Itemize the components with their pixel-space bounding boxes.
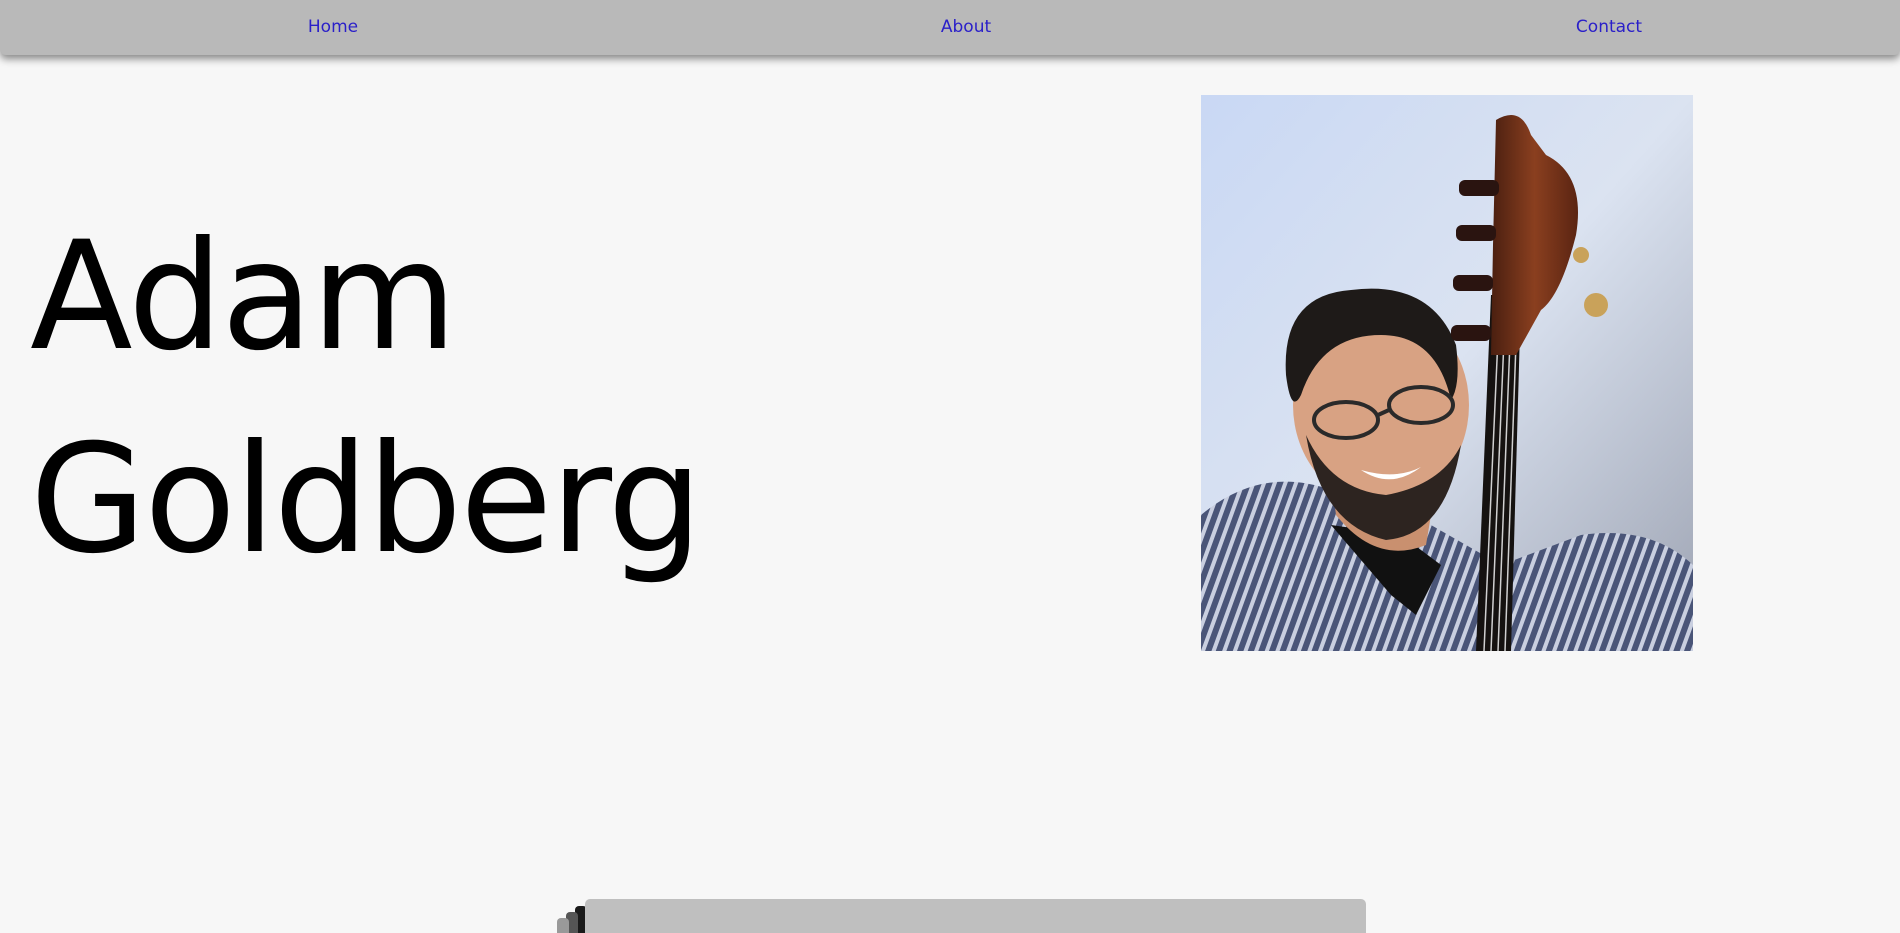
page: Home About Contact Adam Goldberg [0, 0, 1900, 933]
top-navbar: Home About Contact [0, 0, 1900, 55]
nav-link-about[interactable]: About [941, 17, 991, 37]
nav-link-contact[interactable]: Contact [1576, 17, 1642, 37]
stacked-shadow-decoration [553, 906, 587, 933]
hero-name: Adam Goldberg [30, 196, 703, 602]
nav-link-home[interactable]: Home [308, 17, 358, 37]
hero-first-name: Adam [30, 210, 457, 384]
hero-last-name: Goldberg [30, 413, 703, 587]
portrait-photo [1201, 95, 1693, 651]
portrait-illustration [1201, 95, 1693, 651]
content-card [585, 899, 1366, 933]
